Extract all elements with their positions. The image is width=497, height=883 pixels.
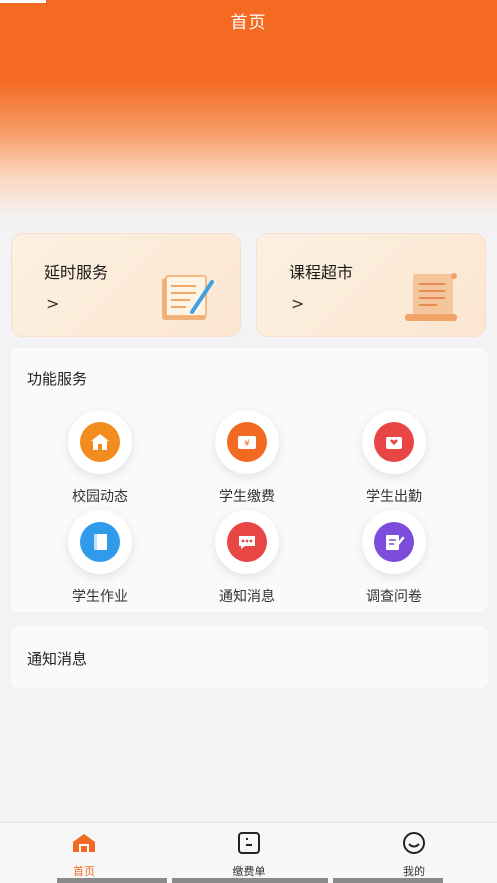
scroll-indicator	[333, 878, 443, 883]
promo-card-delayed-service[interactable]: 延时服务 >	[11, 233, 241, 337]
section-title: 功能服务	[27, 370, 88, 388]
home-icon	[73, 834, 95, 852]
bottom-tab-bar: 首页 缴费单 我的	[0, 822, 497, 883]
icon-badge	[362, 510, 426, 574]
func-label: 校园动态	[72, 489, 128, 505]
attendance-icon	[374, 422, 414, 462]
tab-label: 我的	[403, 865, 425, 878]
tab-home[interactable]: 首页	[24, 831, 144, 879]
icon-badge	[68, 410, 132, 474]
func-student-homework[interactable]: 学生作业	[40, 510, 160, 606]
promo-card-course-market[interactable]: 课程超市 >	[256, 233, 486, 337]
page-title: 首页	[230, 13, 267, 33]
func-label: 学生缴费	[219, 489, 275, 505]
scroll-indicator	[57, 878, 167, 883]
promo-title: 课程超市	[289, 263, 354, 282]
promo-title: 延时服务	[44, 263, 109, 282]
func-label: 通知消息	[219, 589, 275, 605]
function-services-panel: 功能服务 校园动态 ¥ 学生缴费 学生出勤 学生作业 通知消息 调查问卷	[11, 348, 488, 612]
header-background	[0, 0, 497, 230]
bill-icon	[238, 832, 260, 854]
svg-text:¥: ¥	[244, 439, 250, 449]
section-title: 通知消息	[27, 650, 88, 668]
tab-bills[interactable]: 缴费单	[189, 831, 309, 879]
func-student-payment[interactable]: ¥ 学生缴费	[187, 410, 307, 506]
notice-panel[interactable]: 通知消息	[11, 626, 488, 688]
icon-badge: ¥	[215, 410, 279, 474]
icon-badge	[362, 410, 426, 474]
func-student-attendance[interactable]: 学生出勤	[334, 410, 454, 506]
message-icon	[227, 522, 267, 562]
notepad-illustration-icon	[162, 275, 214, 320]
func-label: 学生出勤	[366, 489, 422, 505]
icon-badge	[68, 510, 132, 574]
func-label: 学生作业	[72, 589, 128, 605]
school-icon	[80, 422, 120, 462]
chevron-right-icon: >	[46, 294, 60, 313]
tab-label: 首页	[73, 865, 95, 878]
func-notifications[interactable]: 通知消息	[187, 510, 307, 606]
homework-icon	[80, 522, 120, 562]
icon-badge	[215, 510, 279, 574]
func-campus-news[interactable]: 校园动态	[40, 410, 160, 506]
chevron-right-icon: >	[291, 294, 305, 313]
survey-icon	[374, 522, 414, 562]
func-label: 调查问卷	[366, 589, 422, 605]
tab-profile[interactable]: 我的	[354, 831, 474, 879]
scroll-indicator	[172, 878, 328, 883]
tab-label: 缴费单	[232, 865, 266, 878]
status-indicator	[0, 0, 46, 3]
profile-icon	[403, 832, 425, 854]
func-survey[interactable]: 调查问卷	[334, 510, 454, 606]
scroll-illustration-icon	[405, 273, 457, 321]
payment-icon: ¥	[227, 422, 267, 462]
